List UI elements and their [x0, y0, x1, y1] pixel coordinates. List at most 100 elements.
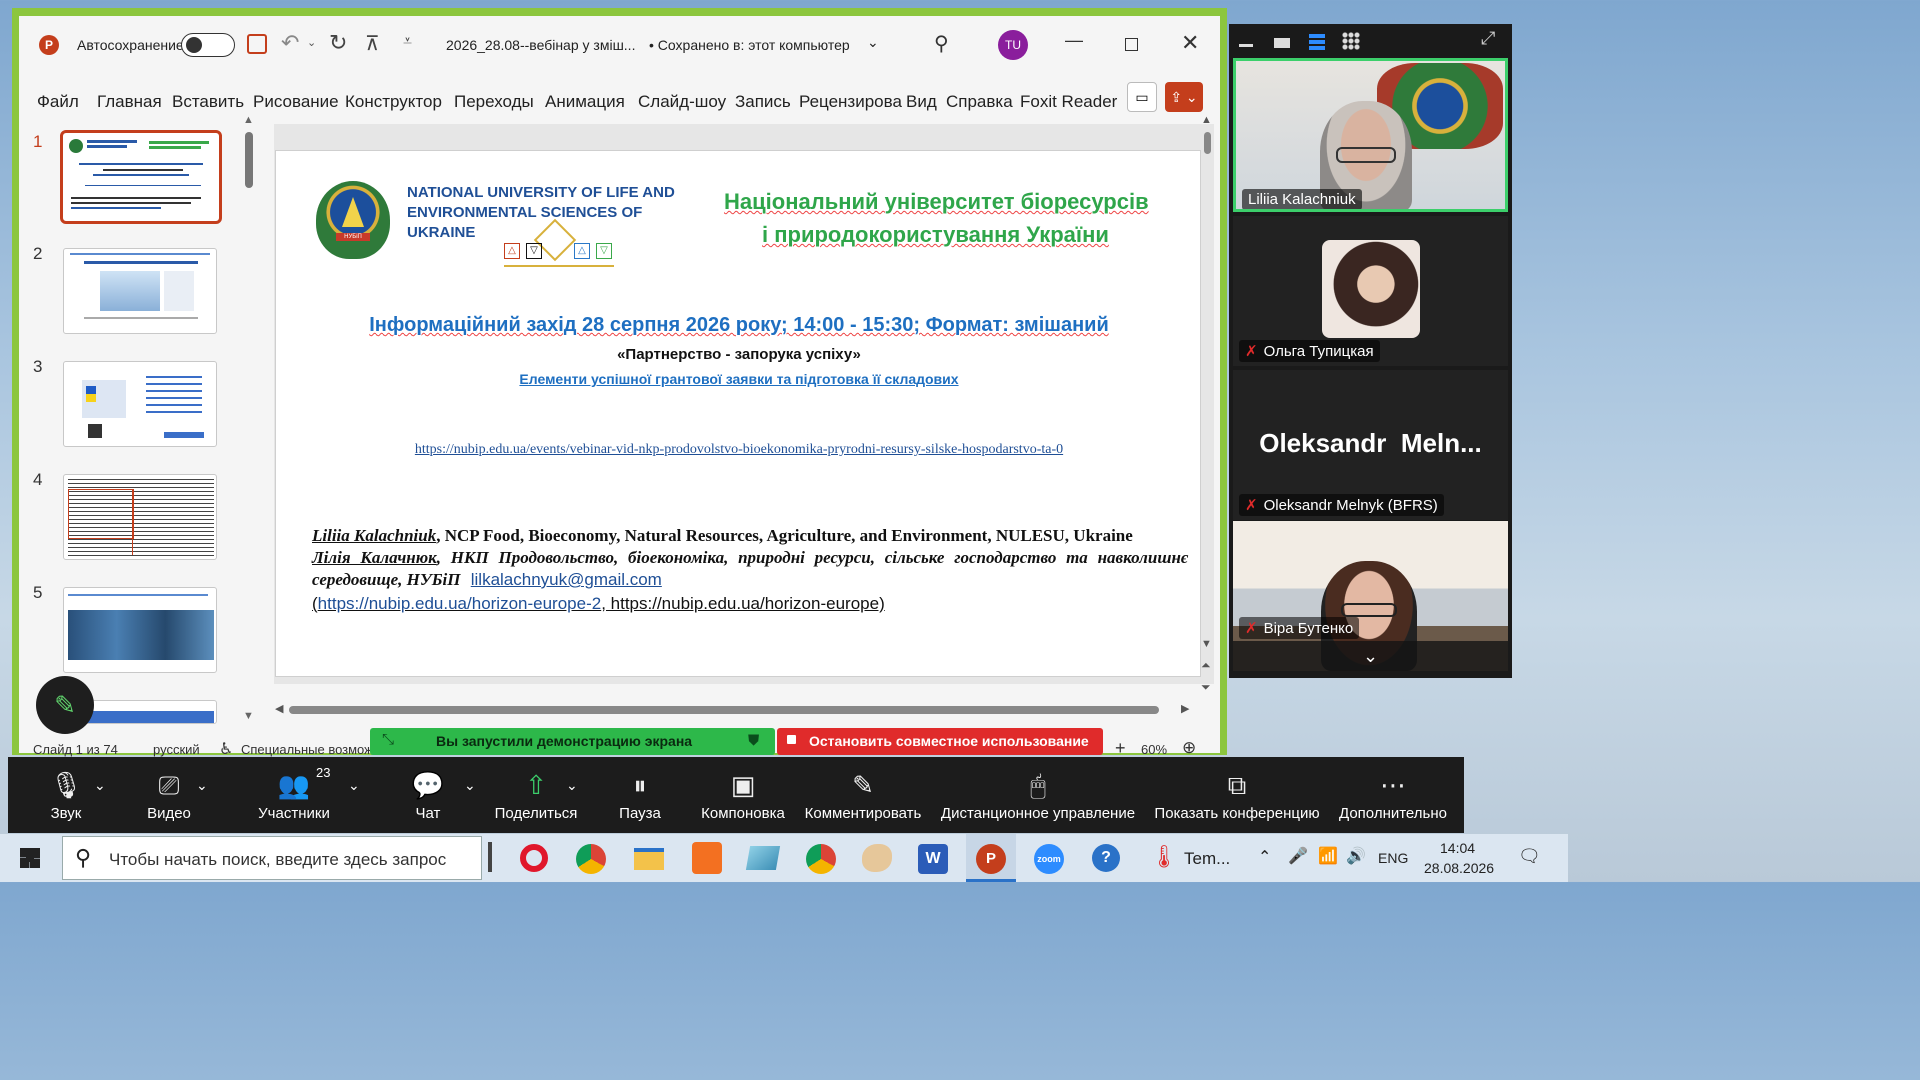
- gallery-view-icon[interactable]: [1342, 32, 1360, 50]
- file-explorer-icon[interactable]: [634, 848, 664, 870]
- drag-handle-icon[interactable]: ⤡: [382, 731, 394, 748]
- thermometer-icon[interactable]: 🌡: [1150, 844, 1178, 870]
- minimize-icon[interactable]: —: [1065, 30, 1083, 51]
- notifications-icon[interactable]: 🗨: [1518, 846, 1541, 867]
- start-windows-icon[interactable]: [20, 848, 40, 868]
- prev-slide-icon[interactable]: ⏶: [1201, 658, 1211, 673]
- tab-draw[interactable]: Рисование: [253, 92, 339, 112]
- next-slide-icon[interactable]: ⏷: [1201, 680, 1211, 695]
- word-icon[interactable]: W: [918, 844, 948, 874]
- minimize-panel-icon[interactable]: [1239, 44, 1253, 47]
- speaker-view-icon[interactable]: [1274, 38, 1290, 48]
- pen-tool-button[interactable]: ✎: [36, 676, 94, 734]
- weather-label[interactable]: Tem...: [1184, 849, 1230, 869]
- tab-slideshow[interactable]: Слайд-шоу: [638, 92, 726, 112]
- pause-share-button[interactable]: ⏸ Пауза: [612, 757, 668, 833]
- zoom-app-icon[interactable]: zoom: [1034, 844, 1064, 874]
- participant-tile-1[interactable]: Liliia Kalachniuk: [1233, 58, 1508, 212]
- slide-thumbnail-4[interactable]: [63, 474, 217, 560]
- chat-options-chevron-icon[interactable]: ⌄: [464, 777, 476, 794]
- save-icon[interactable]: [247, 34, 267, 54]
- annotate-button[interactable]: ✎ Комментировать: [802, 757, 924, 833]
- accessibility-label[interactable]: Специальные возмож: [241, 742, 373, 757]
- share-button[interactable]: ⇪ ⌄: [1165, 82, 1203, 112]
- undo-dropdown-icon[interactable]: ⌄: [307, 36, 316, 49]
- zoom-in-icon[interactable]: +: [1115, 738, 1126, 759]
- language-indicator[interactable]: русский: [153, 742, 200, 757]
- horizon-link-1[interactable]: https://nubip.edu.ua/horizon-europe-2: [318, 594, 602, 613]
- zoom-level[interactable]: 60%: [1141, 742, 1167, 757]
- stop-sharing-button[interactable]: Остановить совместное использование: [777, 728, 1103, 755]
- participant-tile-3[interactable]: Oleksandr Meln... ✗ Oleksandr Melnyk (BFR…: [1233, 370, 1508, 520]
- tab-transitions[interactable]: Переходы: [454, 92, 534, 112]
- save-status-chevron-icon[interactable]: ⌄: [867, 34, 879, 51]
- slide-thumbnail-1[interactable]: [60, 130, 222, 224]
- more-button[interactable]: ⋯ Дополнительно: [1338, 757, 1448, 833]
- slide-counter[interactable]: Слайд 1 из 74: [33, 742, 118, 757]
- mic-tray-icon[interactable]: 🎤: [1288, 846, 1308, 866]
- slide-thumbnail-2[interactable]: [63, 248, 217, 334]
- remote-control-button[interactable]: 🖱 Дистанционное управление: [938, 757, 1138, 833]
- slide-vertical-scrollbar[interactable]: [1204, 132, 1211, 154]
- share-screen-button[interactable]: ⇧ Поделиться: [492, 757, 580, 833]
- slide-horizontal-scrollbar[interactable]: [289, 706, 1159, 714]
- input-language[interactable]: ENG: [1378, 850, 1408, 866]
- clock-date[interactable]: 28.08.2026: [1424, 860, 1494, 876]
- current-slide[interactable]: НУБіП NATIONAL UNIVERSITY OF LIFE AND EN…: [275, 150, 1201, 677]
- h-scroll-left-icon[interactable]: ◀: [275, 702, 283, 715]
- thumb-scrollbar[interactable]: [245, 132, 253, 188]
- tray-overflow-icon[interactable]: ⌃: [1258, 847, 1271, 867]
- participant-tile-4[interactable]: ✗ Віра Бутенко ⌄: [1233, 521, 1508, 671]
- participant-tile-2[interactable]: ✗ Ольга Тупицкая: [1233, 216, 1508, 366]
- participants-options-chevron-icon[interactable]: ⌄: [348, 777, 360, 794]
- video-options-chevron-icon[interactable]: ⌄: [196, 777, 208, 794]
- video-button[interactable]: ⎚ Видео: [134, 757, 204, 833]
- maximize-icon[interactable]: [1125, 38, 1138, 51]
- clock-time[interactable]: 14:04: [1440, 840, 1475, 856]
- tab-foxit[interactable]: Foxit Reader F: [1020, 92, 1120, 112]
- audio-options-chevron-icon[interactable]: ⌄: [94, 777, 106, 794]
- tab-review[interactable]: Рецензирова: [799, 92, 902, 112]
- comments-button[interactable]: ▭: [1127, 82, 1157, 112]
- volume-icon[interactable]: 🔊: [1346, 846, 1366, 866]
- scroll-down-bar[interactable]: ⌄: [1233, 641, 1508, 671]
- show-meeting-button[interactable]: ⧉ Показать конференцию: [1152, 757, 1322, 833]
- present-icon[interactable]: ⊼: [365, 31, 380, 56]
- share-options-chevron-icon[interactable]: ⌄: [566, 777, 578, 794]
- tab-file[interactable]: Файл: [37, 92, 79, 112]
- notes-app-icon[interactable]: [745, 846, 781, 870]
- undo-icon[interactable]: ↶: [281, 30, 299, 56]
- foxit-pdf-icon[interactable]: [692, 842, 722, 874]
- scroll-down-icon[interactable]: ▼: [243, 710, 254, 722]
- file-name[interactable]: 2026_28.08--вебінар у зміш...: [446, 37, 635, 53]
- chat-button[interactable]: 💬 Чат: [404, 757, 452, 833]
- slide-thumbnail-3[interactable]: [63, 361, 217, 447]
- horizon-link-2[interactable]: , https://nubip.edu.ua/horizon-europe): [601, 594, 885, 613]
- audio-button[interactable]: 🎙 Звук: [30, 757, 102, 833]
- autosave-toggle[interactable]: [181, 33, 235, 57]
- scroll-up-icon[interactable]: ▲: [243, 114, 254, 126]
- slide-thumbnail-5[interactable]: [63, 587, 217, 673]
- tab-animations[interactable]: Анимация: [545, 92, 625, 112]
- h-scroll-right-icon[interactable]: ▶: [1181, 702, 1189, 715]
- paint-icon[interactable]: [862, 844, 892, 872]
- help-icon[interactable]: ?: [1092, 844, 1120, 872]
- wifi-icon[interactable]: 📶: [1318, 846, 1338, 866]
- tab-insert[interactable]: Вставить: [172, 92, 244, 112]
- powerpoint-taskbar-icon[interactable]: P: [966, 834, 1016, 882]
- tab-view[interactable]: Вид: [906, 92, 937, 112]
- tab-home[interactable]: Главная: [97, 92, 162, 112]
- save-status[interactable]: • Сохранено в: этот компьютер: [649, 37, 850, 53]
- redo-icon[interactable]: ↻: [329, 30, 347, 56]
- expand-icon[interactable]: ⤢: [1481, 28, 1495, 49]
- close-icon[interactable]: ✕: [1181, 30, 1199, 56]
- accessibility-icon[interactable]: ♿: [219, 739, 233, 759]
- opera-icon[interactable]: [520, 844, 548, 872]
- taskbar-search-box[interactable]: ⚲ Чтобы начать поиск, введите здесь запр…: [62, 836, 482, 880]
- customize-toolbar-icon[interactable]: ⩡: [403, 33, 412, 51]
- event-url-link[interactable]: https://nubip.edu.ua/events/vebinar-vid-…: [276, 442, 1202, 458]
- tab-help[interactable]: Справка: [946, 92, 1013, 112]
- user-avatar[interactable]: TU: [998, 30, 1028, 60]
- chrome-profile-icon[interactable]: [806, 844, 836, 874]
- slide-scroll-down-icon[interactable]: ▼: [1201, 638, 1212, 650]
